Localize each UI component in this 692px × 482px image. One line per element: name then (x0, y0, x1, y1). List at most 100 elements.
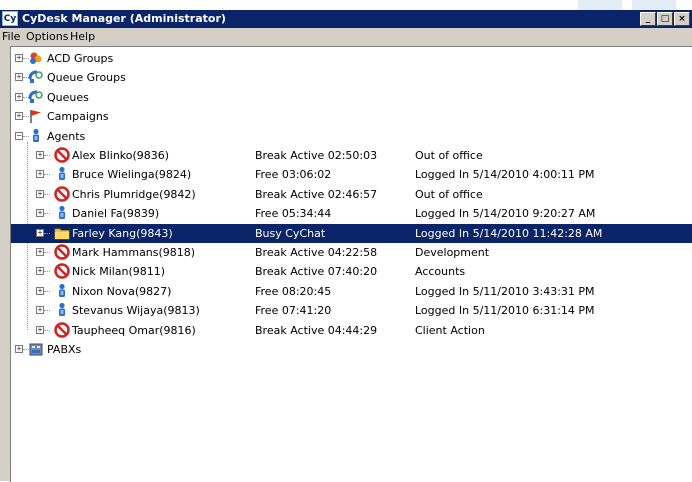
agent-state: Busy CyChat (255, 226, 326, 240)
break-icon (54, 263, 70, 280)
expand-toggle[interactable]: − (15, 131, 23, 140)
tree-connector (44, 174, 50, 176)
agent-free-icon (54, 205, 70, 221)
app-window: Cy CyDesk Manager (Administrator) _ □ × … (0, 10, 692, 482)
expand-toggle[interactable]: + (36, 209, 44, 218)
agent-detail: Out of office (415, 187, 483, 201)
tree-item-acd-groups[interactable]: + ACD Groups (11, 49, 692, 68)
minimize-button[interactable]: _ (640, 12, 656, 26)
expand-toggle[interactable]: + (15, 73, 23, 82)
title-bar[interactable]: Cy CyDesk Manager (Administrator) _ □ × (0, 10, 692, 28)
tree-item-label: Queue Groups (47, 71, 126, 85)
agent-row[interactable]: + Mark Hammans(9818) Break Active 04:22:58… (11, 243, 692, 262)
tree-connector (44, 271, 50, 273)
agent-state: Free 03:06:02 (255, 168, 332, 182)
maximize-button[interactable]: □ (657, 12, 673, 26)
agent-name: Nixon Nova(9827) (72, 284, 172, 298)
agent-detail: Logged In 5/11/2010 3:43:31 PM (415, 284, 595, 298)
agent-name: Alex Blinko(9836) (72, 149, 170, 162)
agent-detail: Accounts (415, 265, 466, 279)
agent-tree[interactable]: + ACD Groups + Queue Groups + Queues + Campaign… (10, 46, 692, 482)
expand-toggle[interactable]: + (15, 112, 23, 121)
agent-detail: Logged In 5/14/2010 9:20:27 AM (415, 207, 596, 221)
agent-detail: Out of office (415, 149, 483, 162)
break-icon (54, 147, 70, 163)
agent-row[interactable]: + Nixon Nova(9827) Free 08:20:45 Logged In … (11, 282, 692, 301)
background-block (578, 0, 622, 10)
tree-item-pabxs[interactable]: + PABXs (11, 340, 692, 359)
agent-free-icon (54, 302, 70, 318)
agent-name: Chris Plumridge(9842) (72, 187, 196, 201)
queue-groups-icon (28, 69, 44, 85)
tree-item-label: Campaigns (47, 110, 109, 124)
menu-help[interactable]: Help (70, 30, 95, 43)
agent-detail: Development (415, 246, 490, 259)
pabx-icon (28, 341, 44, 357)
agent-row[interactable]: + Daniel Fa(9839) Free 05:34:44 Logged In 5… (11, 204, 692, 223)
agent-row[interactable]: + Alex Blinko(9836) Break Active 02:50:03 O… (11, 146, 692, 165)
agent-name: Bruce Wielinga(9824) (72, 168, 192, 182)
agent-row[interactable]: + Taupheeq Omar(9816) Break Active 04:44:2… (11, 321, 692, 340)
agent-name: Taupheeq Omar(9816) (72, 323, 196, 337)
expand-toggle[interactable]: + (36, 189, 44, 198)
expand-toggle[interactable]: + (36, 306, 44, 315)
expand-toggle[interactable]: + (15, 345, 23, 353)
tree-item-queues[interactable]: + Queues (11, 88, 692, 107)
tree-item-label: PABXs (47, 343, 82, 356)
close-button[interactable]: × (674, 12, 690, 26)
expand-toggle[interactable]: + (36, 170, 44, 179)
agent-row[interactable]: + Stevanus Wijaya(9813) Free 07:41:20 Logge… (11, 301, 692, 320)
expand-toggle[interactable]: + (36, 248, 44, 256)
tree-item-campaigns[interactable]: + Campaigns (11, 107, 692, 126)
expand-toggle[interactable]: + (36, 286, 44, 295)
campaign-flag-icon (28, 108, 44, 124)
tree-item-label: Agents (47, 129, 86, 143)
agent-detail: Logged In 5/11/2010 6:31:14 PM (415, 304, 595, 318)
acd-groups-icon (28, 50, 44, 66)
window-title: CyDesk Manager (Administrator) (22, 12, 226, 25)
busy-folder-icon (54, 225, 70, 241)
agent-state: Break Active 07:40:20 (255, 265, 378, 279)
tree-item-agents[interactable]: − Agents (11, 127, 692, 146)
agent-state: Break Active 04:22:58 (255, 246, 378, 259)
agent-state: Break Active 04:44:29 (255, 323, 378, 337)
agent-free-icon (54, 283, 70, 299)
expand-toggle[interactable]: + (36, 267, 44, 276)
agent-detail: Logged In 5/14/2010 4:00:11 PM (415, 168, 595, 182)
agent-name: Nick Milan(9811) (72, 265, 166, 279)
tree-item-label: ACD Groups (47, 52, 114, 65)
agent-row[interactable]: + Bruce Wielinga(9824) Free 03:06:02 Logged… (11, 165, 692, 184)
tree-item-label: Queues (47, 90, 89, 104)
menu-options[interactable]: Options (26, 30, 68, 43)
tree-connector (44, 213, 50, 215)
break-icon (54, 321, 70, 338)
menu-bar: File Options Help (0, 28, 692, 45)
expand-toggle[interactable]: + (36, 228, 44, 237)
agent-state: Free 05:34:44 (255, 207, 332, 221)
agent-free-icon (54, 166, 70, 182)
agent-name: Daniel Fa(9839) (72, 207, 160, 221)
break-icon (54, 186, 70, 202)
background-block (632, 0, 676, 10)
expand-toggle[interactable]: + (36, 325, 44, 334)
tree-connector (44, 155, 50, 157)
agent-icon (28, 128, 44, 144)
expand-toggle[interactable]: + (15, 54, 23, 62)
agent-state: Break Active 02:46:57 (255, 187, 378, 201)
tree-connector (44, 310, 50, 312)
agent-state: Break Active 02:50:03 (255, 149, 378, 162)
agent-row[interactable]: + Chris Plumridge(9842) Break Active 02:46… (11, 185, 692, 204)
agent-state: Free 08:20:45 (255, 284, 332, 298)
tree-connector (44, 252, 50, 254)
expand-toggle[interactable]: + (15, 92, 23, 101)
menu-file[interactable]: File (2, 30, 20, 43)
agent-detail: Logged In 5/14/2010 11:42:28 AM (415, 226, 603, 240)
tree-connector (44, 290, 50, 293)
tree-item-queue-groups[interactable]: + Queue Groups (11, 68, 692, 87)
desktop-background (0, 0, 692, 10)
expand-toggle[interactable]: + (36, 151, 44, 159)
agent-state: Free 07:41:20 (255, 304, 332, 318)
agent-name: Stevanus Wijaya(9813) (72, 304, 200, 318)
agent-row[interactable]: + Nick Milan(9811) Break Active 07:40:20 Ac… (11, 262, 692, 281)
agent-row[interactable]: + Farley Kang(9843) Busy CyChat Logged In 5… (11, 223, 692, 243)
